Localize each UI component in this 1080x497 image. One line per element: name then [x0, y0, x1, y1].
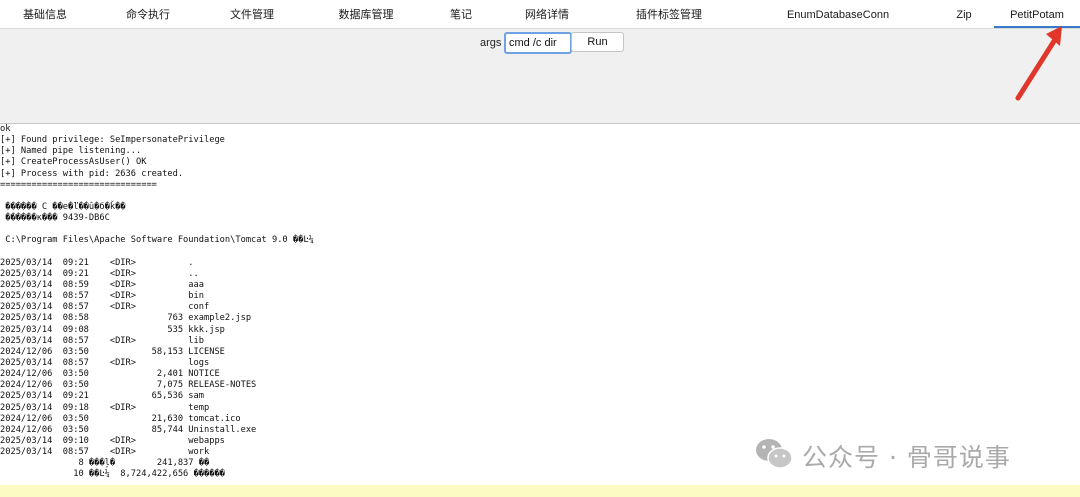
tab-database-manager[interactable]: 数据库管理 — [321, 0, 411, 28]
output-line: [+] Found privilege: SeImpersonatePrivil… — [0, 135, 225, 146]
tab-enum-database-conn[interactable]: EnumDatabaseConn — [776, 0, 900, 28]
tab-zip[interactable]: Zip — [940, 0, 988, 28]
tab-file-manager[interactable]: 文件管理 — [207, 0, 297, 28]
wechat-icon — [756, 439, 793, 469]
output-line: 2025/03/14 08:58 763 example2.jsp — [0, 313, 252, 324]
output-line: 2025/03/14 09:21 <DIR> . — [0, 257, 194, 268]
output-line: 2025/03/14 08:57 <DIR> conf — [0, 302, 210, 313]
output-line: C:\Program Files\Apache Software Foundat… — [0, 235, 314, 246]
output-line: 2025/03/14 09:21 65,536 sam — [0, 391, 204, 402]
output-line: ok — [0, 124, 11, 134]
tab-bar: 基础信息 命令执行 文件管理 数据库管理 笔记 网络详情 插件标签管理 Enum… — [0, 0, 1080, 29]
output-line: 2025/03/14 08:57 <DIR> bin — [0, 291, 204, 302]
output-line: [+] Process with pid: 2636 created. — [0, 168, 184, 179]
run-button[interactable]: Run — [571, 32, 624, 52]
output-line: 2025/03/14 09:21 <DIR> .. — [0, 268, 199, 279]
tab-plugin-tags[interactable]: 插件标签管理 — [622, 0, 716, 28]
output-line: ============================== — [0, 179, 157, 190]
tab-basic-info[interactable]: 基础信息 — [0, 0, 90, 28]
output-line: 2025/03/14 08:59 <DIR> aaa — [0, 279, 204, 290]
red-arrow-icon — [1015, 26, 1062, 101]
output-line: ������ C ��е�ľ��û�б�ǩ�� — [0, 201, 126, 212]
arrow-shaft — [1015, 35, 1059, 101]
toolbar: args Run — [0, 29, 1080, 124]
output-line: 2025/03/14 09:18 <DIR> temp — [0, 402, 210, 413]
output-line: 2025/03/14 08:57 <DIR> logs — [0, 357, 210, 368]
output-line: [+] Named pipe listening... — [0, 146, 142, 157]
tab-network-details[interactable]: 网络详情 — [502, 0, 592, 28]
tab-notes[interactable]: 笔记 — [431, 0, 491, 28]
watermark-text: 公众号 · 骨哥说事 — [802, 443, 1011, 472]
output-line: 2024/12/06 03:50 58,153 LICENSE — [0, 346, 225, 357]
output-line: 2024/12/06 03:50 7,075 RELEASE-NOTES — [0, 380, 257, 391]
output-line: 2024/12/06 03:50 21,630 tomcat.ico — [0, 413, 241, 424]
output-line: 2025/03/14 08:57 <DIR> lib — [0, 335, 204, 346]
output-line: ������к��� 9439-DB6C — [0, 213, 110, 224]
output-text: ok [+] Found privilege: SeImpersonatePriv… — [0, 124, 1080, 481]
watermark: 公众号 · 骨哥说事 — [754, 434, 1054, 474]
output-line: [+] CreateProcessAsUser() OK — [0, 157, 147, 168]
args-input[interactable] — [504, 32, 572, 54]
args-label: args — [480, 37, 502, 49]
output-line: 2025/03/14 09:08 535 kkk.jsp — [0, 324, 225, 335]
tab-command-exec[interactable]: 命令执行 — [103, 0, 193, 28]
output-line: 2024/12/06 03:50 2,401 NOTICE — [0, 369, 220, 380]
current-line-highlight — [0, 485, 1080, 497]
